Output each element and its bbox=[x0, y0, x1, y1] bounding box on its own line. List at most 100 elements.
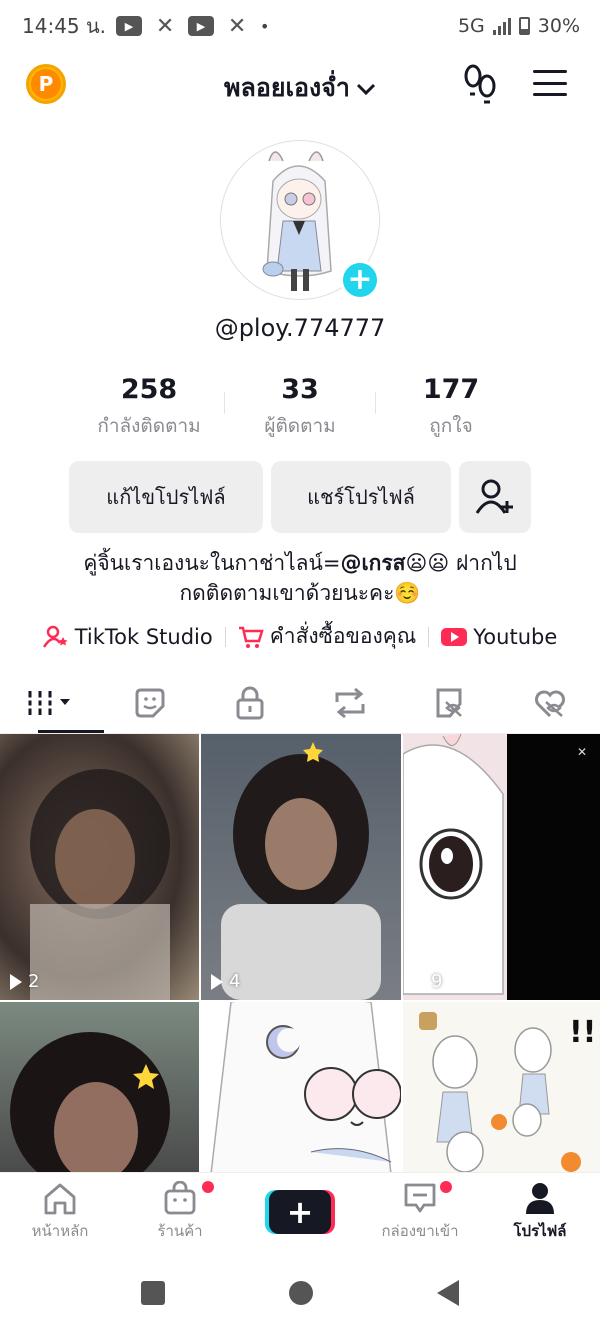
username: @ploy.774777 bbox=[214, 314, 386, 342]
bottom-navigation: หน้าหลัก ร้านค้า + กล่องขาเข้า โปรไฟล์ bbox=[0, 1172, 600, 1250]
home-button-icon[interactable] bbox=[289, 1280, 313, 1305]
play-icon bbox=[413, 973, 425, 990]
followers-count: 33 bbox=[281, 374, 319, 405]
bio-line-2: กดติดตามเขาด้วยนะคะ☺️ bbox=[179, 581, 421, 605]
add-friends-button[interactable] bbox=[459, 461, 531, 533]
bio: คู่จิ้นเราเองนะในกาช่าไลน์=@เกรส😦😦 ฝากไป… bbox=[0, 548, 600, 608]
tiktok-studio-link[interactable]: TikTok Studio bbox=[42, 624, 213, 649]
views-value: 4 bbox=[229, 971, 241, 992]
profile-actions: แก้ไขโปรไฟล์ แชร์โปรไฟล์ bbox=[69, 461, 531, 533]
video-thumbnail[interactable]: 2 bbox=[0, 734, 199, 1000]
tab-private[interactable] bbox=[200, 672, 300, 733]
edit-profile-button[interactable]: แก้ไขโปรไฟล์ bbox=[69, 461, 263, 533]
video-frame bbox=[30, 769, 170, 1000]
nav-profile[interactable]: โปรไฟล์ bbox=[480, 1173, 600, 1250]
status-right: 5G 30% bbox=[458, 15, 580, 37]
bio-emoji: 😦😦 bbox=[405, 551, 450, 575]
youtube-notification-icon: ▶ bbox=[116, 16, 143, 36]
nav-shop-label: ร้านค้า bbox=[157, 1221, 203, 1240]
video-grid: 2 4 ✕ 9 !! bbox=[0, 734, 600, 1172]
more-notifications-dot: • bbox=[260, 16, 270, 36]
share-profile-button[interactable]: แชร์โปรไฟล์ bbox=[271, 461, 451, 533]
orders-label: คำสั่งซื้อของคุณ bbox=[269, 624, 417, 648]
lock-icon bbox=[236, 686, 264, 719]
tiktok-studio-label: TikTok Studio bbox=[74, 624, 213, 649]
inbox-icon bbox=[404, 1183, 436, 1212]
video-frame bbox=[221, 742, 381, 1000]
bio-mention[interactable]: @เกรส bbox=[341, 551, 406, 575]
orders-link[interactable]: คำสั่งซื้อของคุณ bbox=[238, 620, 417, 653]
view-count: 2 bbox=[10, 971, 39, 992]
link-divider bbox=[428, 626, 430, 647]
grid-icon bbox=[28, 690, 70, 715]
status-time: 14:45 น. bbox=[22, 14, 107, 38]
hamburger-menu-icon[interactable] bbox=[533, 70, 567, 96]
bio-text-end: ฝากไป bbox=[449, 551, 517, 575]
capcut-notification-icon-2: ✕ bbox=[227, 13, 247, 39]
chevron-down-icon bbox=[356, 83, 376, 96]
system-navigation bbox=[0, 1252, 600, 1333]
views-value: 2 bbox=[28, 971, 40, 992]
add-story-button[interactable]: + bbox=[340, 260, 380, 300]
display-name: พลอยเองจ่ำ bbox=[224, 73, 350, 102]
status-bar: 14:45 น. ▶ ✕ ▶ ✕ • 5G 30% bbox=[0, 0, 600, 52]
svg-text:✕: ✕ bbox=[577, 745, 587, 759]
tagged-hidden-icon bbox=[436, 688, 462, 717]
tab-liked[interactable] bbox=[500, 672, 600, 733]
network-type: 5G bbox=[457, 15, 485, 37]
nav-home[interactable]: หน้าหลัก bbox=[0, 1173, 120, 1250]
content-tabs bbox=[0, 672, 600, 734]
video-frame bbox=[10, 1032, 170, 1172]
following-stat[interactable]: 258 กำลังติดตาม bbox=[74, 374, 224, 444]
back-icon[interactable] bbox=[437, 1279, 459, 1306]
tab-reposts[interactable] bbox=[300, 672, 400, 733]
footprints-icon[interactable] bbox=[462, 64, 498, 104]
following-label: กำลังติดตาม bbox=[97, 415, 201, 437]
nav-inbox[interactable]: กล่องขาเข้า bbox=[360, 1173, 480, 1250]
video-frame bbox=[210, 1002, 401, 1172]
home-icon bbox=[44, 1183, 76, 1214]
video-thumbnail[interactable]: ✕ 9 bbox=[403, 734, 600, 1000]
nav-home-label: หน้าหลัก bbox=[31, 1221, 89, 1240]
create-button[interactable]: + bbox=[265, 1189, 335, 1234]
likes-stat[interactable]: 177 ถูกใจ bbox=[376, 374, 526, 444]
youtube-label: Youtube bbox=[473, 624, 558, 649]
studio-icon bbox=[42, 625, 68, 648]
capcut-notification-icon: ✕ bbox=[155, 13, 175, 39]
nav-inbox-label: กล่องขาเข้า bbox=[381, 1221, 459, 1240]
battery-icon bbox=[518, 17, 530, 35]
profile-header: P พลอยเองจ่ำ bbox=[0, 56, 600, 112]
plus-icon: + bbox=[269, 1189, 331, 1234]
status-left: 14:45 น. ▶ ✕ ▶ ✕ • bbox=[22, 10, 269, 42]
followers-stat[interactable]: 33 ผู้ติดตาม bbox=[225, 374, 375, 444]
nav-create[interactable]: + bbox=[240, 1173, 360, 1250]
profile-icon bbox=[526, 1182, 554, 1214]
views-value: 9 bbox=[431, 971, 443, 992]
video-thumbnail[interactable] bbox=[0, 1002, 199, 1172]
bio-line-1: คู่จิ้นเราเองนะในกาช่าไลน์=@เกรส😦😦 ฝากไป bbox=[0, 548, 600, 578]
sticker-icon bbox=[135, 688, 165, 717]
tab-favorites[interactable] bbox=[100, 672, 200, 733]
repost-icon bbox=[335, 687, 365, 718]
youtube-link[interactable]: Youtube bbox=[441, 625, 557, 649]
tab-tagged[interactable] bbox=[400, 672, 500, 733]
video-thumbnail[interactable]: !! bbox=[403, 1002, 600, 1172]
recent-apps-icon[interactable] bbox=[141, 1280, 165, 1305]
cart-icon bbox=[238, 626, 264, 648]
account-switcher[interactable]: พลอยเองจ่ำ bbox=[0, 68, 600, 108]
profile-stats: 258 กำลังติดตาม 33 ผู้ติดตาม 177 ถูกใจ bbox=[0, 374, 600, 444]
inbox-notification-dot bbox=[440, 1181, 452, 1193]
view-count: 4 bbox=[211, 971, 240, 992]
video-thumbnail[interactable] bbox=[201, 1002, 401, 1172]
view-count: 9 bbox=[413, 971, 442, 992]
link-divider bbox=[224, 626, 226, 647]
bio-text: คู่จิ้นเราเองนะในกาช่าไลน์= bbox=[83, 551, 341, 575]
liked-hidden-icon bbox=[535, 690, 565, 717]
likes-label: ถูกใจ bbox=[429, 415, 473, 437]
tab-videos[interactable] bbox=[0, 672, 104, 733]
video-thumbnail[interactable]: 4 bbox=[201, 734, 401, 1000]
profile-links: TikTok Studio คำสั่งซื้อของคุณ Youtube bbox=[0, 620, 600, 653]
youtube-icon bbox=[441, 627, 468, 646]
shopping-bag-icon bbox=[164, 1180, 196, 1214]
nav-shop[interactable]: ร้านค้า bbox=[120, 1173, 240, 1250]
